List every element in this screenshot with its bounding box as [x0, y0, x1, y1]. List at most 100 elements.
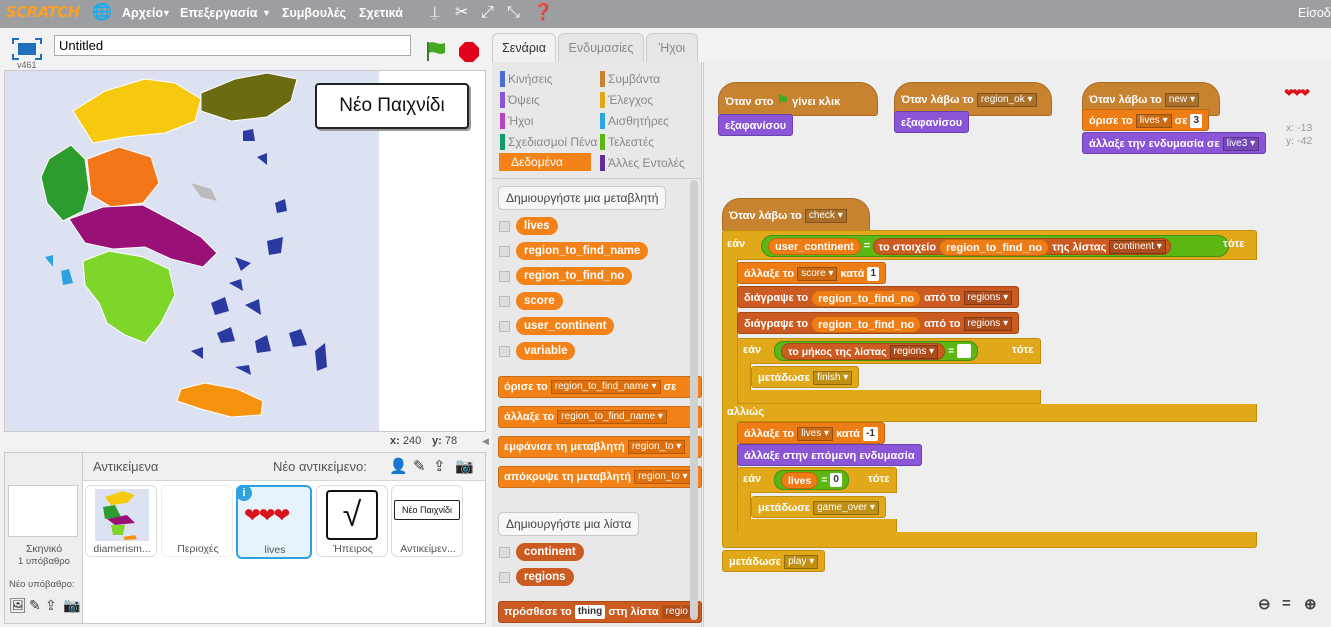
- hide-block[interactable]: εξαφανίσου: [718, 114, 794, 136]
- project-title-input[interactable]: [54, 35, 411, 56]
- new-game-button[interactable]: Νέο Παιχνίδι: [315, 83, 469, 129]
- delete-from-list-block[interactable]: διάγραψε το region_to_find_no από το reg…: [737, 312, 1020, 334]
- broadcast-block[interactable]: μετάδωσε play: [722, 550, 826, 572]
- info-icon[interactable]: i: [236, 485, 252, 501]
- broadcast-block[interactable]: μετάδωσε game_over: [751, 496, 886, 518]
- change-variable-block[interactable]: άλλαξε το region_to_find_name: [498, 406, 702, 428]
- duplicate-stamp-icon[interactable]: ⍊: [430, 5, 440, 21]
- stage-thumbnail-pane[interactable]: Σκηνικό 1 υπόβαθρο Νέο υπόβαθρο: 🖼 ✎ ⇪ 📷: [5, 453, 83, 623]
- variable-checkbox[interactable]: [499, 321, 510, 332]
- list-checkbox[interactable]: [499, 547, 510, 558]
- variable-reporter[interactable]: score: [516, 292, 563, 310]
- sprite-tile-selected[interactable]: i ❤❤❤ lives: [236, 485, 312, 559]
- variable-checkbox[interactable]: [499, 221, 510, 232]
- category-data[interactable]: Δεδομένα: [499, 153, 591, 171]
- equals-condition[interactable]: lives = 0: [774, 470, 849, 490]
- zoom-reset-icon[interactable]: =: [1282, 595, 1291, 612]
- equals-condition[interactable]: το μήκος της λίστας regions =: [774, 341, 979, 361]
- camera-sprite-icon[interactable]: 📷: [455, 457, 474, 475]
- sprite-library-icon[interactable]: 👤: [389, 457, 408, 475]
- category-sound[interactable]: Ήχοι: [500, 112, 533, 130]
- category-motion[interactable]: Κινήσεις: [500, 70, 553, 88]
- shrink-icon[interactable]: ⤡: [507, 5, 520, 21]
- fullscreen-icon[interactable]: [12, 38, 42, 60]
- upload-sprite-icon[interactable]: ⇪: [433, 457, 446, 475]
- tab-scripts[interactable]: Σενάρια: [492, 33, 556, 64]
- paint-sprite-icon[interactable]: ✎: [413, 457, 426, 475]
- list-checkbox[interactable]: [499, 572, 510, 583]
- zoom-out-icon[interactable]: ⊖: [1258, 595, 1271, 613]
- category-operators[interactable]: Τελεστές: [600, 133, 654, 151]
- cut-scissors-icon[interactable]: ✂: [455, 5, 468, 21]
- tab-costumes[interactable]: Ενδυμασίες: [558, 33, 644, 63]
- equals-condition[interactable]: user_continent = το στοιχείο region_to_f…: [761, 235, 1229, 257]
- variable-reporter[interactable]: region_to_find_name: [516, 242, 649, 260]
- set-variable-block[interactable]: όρισε το region_to_find_name σε: [498, 376, 702, 398]
- category-events[interactable]: Συμβάντα: [600, 70, 660, 88]
- if-else-block[interactable]: εάν user_continent = το στοιχείο region_…: [722, 230, 1257, 260]
- button-thumbnail: Νέο Παιχνίδι: [394, 500, 460, 520]
- variable-checkbox[interactable]: [499, 271, 510, 282]
- variable-reporter[interactable]: lives: [516, 217, 558, 235]
- variable-checkbox[interactable]: [499, 246, 510, 257]
- camera-icon[interactable]: 📷: [63, 597, 80, 614]
- if-block[interactable]: εάν lives = 0 τότε: [737, 467, 897, 493]
- change-lives-block[interactable]: άλλαξε το lives κατά -1: [737, 422, 885, 444]
- collapse-arrow-icon[interactable]: ◀: [482, 436, 489, 447]
- scratch-logo[interactable]: SCRATCH: [6, 3, 80, 21]
- sprite-name: Αντικείμεν...: [400, 543, 456, 555]
- help-icon[interactable]: ❓: [533, 5, 553, 21]
- sprite-tile[interactable]: diamerism...: [85, 485, 157, 557]
- variable-reporter[interactable]: region_to_find_no: [516, 267, 633, 285]
- change-score-block[interactable]: άλλαξε το score κατά 1: [737, 262, 887, 284]
- chevron-down-icon: ▼: [262, 8, 271, 18]
- tab-sounds[interactable]: Ήχοι: [646, 33, 698, 63]
- paint-backdrop-icon[interactable]: 🖼: [9, 597, 27, 614]
- sprite-tile[interactable]: √ Ήπειρος: [316, 485, 388, 557]
- palette-scrollbar[interactable]: [690, 180, 698, 620]
- variable-checkbox[interactable]: [499, 346, 510, 357]
- category-sensing[interactable]: Αισθητήρες: [600, 112, 669, 130]
- set-lives-block[interactable]: όρισε το lives σε 3: [1082, 109, 1210, 131]
- menu-tips[interactable]: Συμβουλές: [282, 6, 346, 20]
- make-list-button[interactable]: Δημιουργήστε μια λίστα: [498, 512, 640, 536]
- show-variable-block[interactable]: εμφάνισε τη μεταβλητή region_to: [498, 436, 702, 458]
- delete-from-list-block[interactable]: διάγραψε το region_to_find_no από το reg…: [737, 286, 1020, 308]
- sprite-tile[interactable]: Νέο Παιχνίδι Αντικείμεν...: [391, 485, 463, 557]
- list-reporter[interactable]: regions: [516, 568, 574, 586]
- variable-reporter[interactable]: user_continent: [516, 317, 615, 335]
- next-costume-block[interactable]: άλλαξε στην επόμενη ενδυμασία: [737, 444, 922, 466]
- list-reporter[interactable]: continent: [516, 543, 584, 561]
- zoom-in-icon[interactable]: ⊕: [1304, 595, 1317, 613]
- variable-checkbox[interactable]: [499, 296, 510, 307]
- brush-icon[interactable]: ✎: [29, 597, 41, 614]
- make-variable-button[interactable]: Δημιουργήστε μια μεταβλητή: [498, 186, 667, 210]
- if-end: [737, 519, 897, 533]
- switch-costume-block[interactable]: άλλαξε την ενδυμασία σε live3: [1082, 132, 1267, 154]
- sign-in-link[interactable]: Είσοδ: [1298, 6, 1331, 20]
- menu-edit[interactable]: Επεξεργασία: [180, 6, 257, 20]
- category-control[interactable]: Έλεγχος: [600, 91, 653, 109]
- upload-icon[interactable]: ⇪: [45, 597, 57, 614]
- broadcast-block[interactable]: μετάδωσε finish: [751, 366, 860, 388]
- sprite-tile[interactable]: Περιοχές: [161, 485, 233, 557]
- stage-thumbnail[interactable]: [8, 485, 78, 537]
- scripts-area[interactable]: Όταν στο ⚑ γίνει κλικ εξαφανίσου Όταν λά…: [703, 62, 1331, 627]
- globe-icon[interactable]: 🌐: [92, 5, 112, 21]
- stage[interactable]: Νέο Παιχνίδι: [4, 70, 486, 432]
- green-flag-icon[interactable]: [425, 40, 447, 65]
- hide-variable-block[interactable]: απόκρυψε τη μεταβλητή region_to: [498, 466, 702, 488]
- hide-block[interactable]: εξαφανίσου: [894, 111, 970, 133]
- stop-icon[interactable]: [458, 41, 480, 66]
- category-more-blocks[interactable]: Άλλες Εντολές: [600, 154, 685, 172]
- if-block[interactable]: εάν το μήκος της λίστας regions = τότε: [737, 338, 1041, 364]
- when-receive-hat[interactable]: Όταν λάβω το check: [722, 198, 870, 232]
- menu-file[interactable]: Αρχείο: [122, 6, 163, 20]
- variable-reporter[interactable]: variable: [516, 342, 576, 360]
- category-pen[interactable]: Σχεδιασμοί Πένα: [500, 133, 597, 151]
- grow-icon[interactable]: ⤢: [481, 5, 494, 21]
- add-to-list-block[interactable]: πρόσθεσε το thing στη λίστα regio: [498, 601, 702, 623]
- when-flag-clicked-hat[interactable]: Όταν στο ⚑ γίνει κλικ: [718, 82, 878, 116]
- menu-about[interactable]: Σχετικά: [359, 6, 403, 20]
- category-looks[interactable]: Όψεις: [500, 91, 540, 109]
